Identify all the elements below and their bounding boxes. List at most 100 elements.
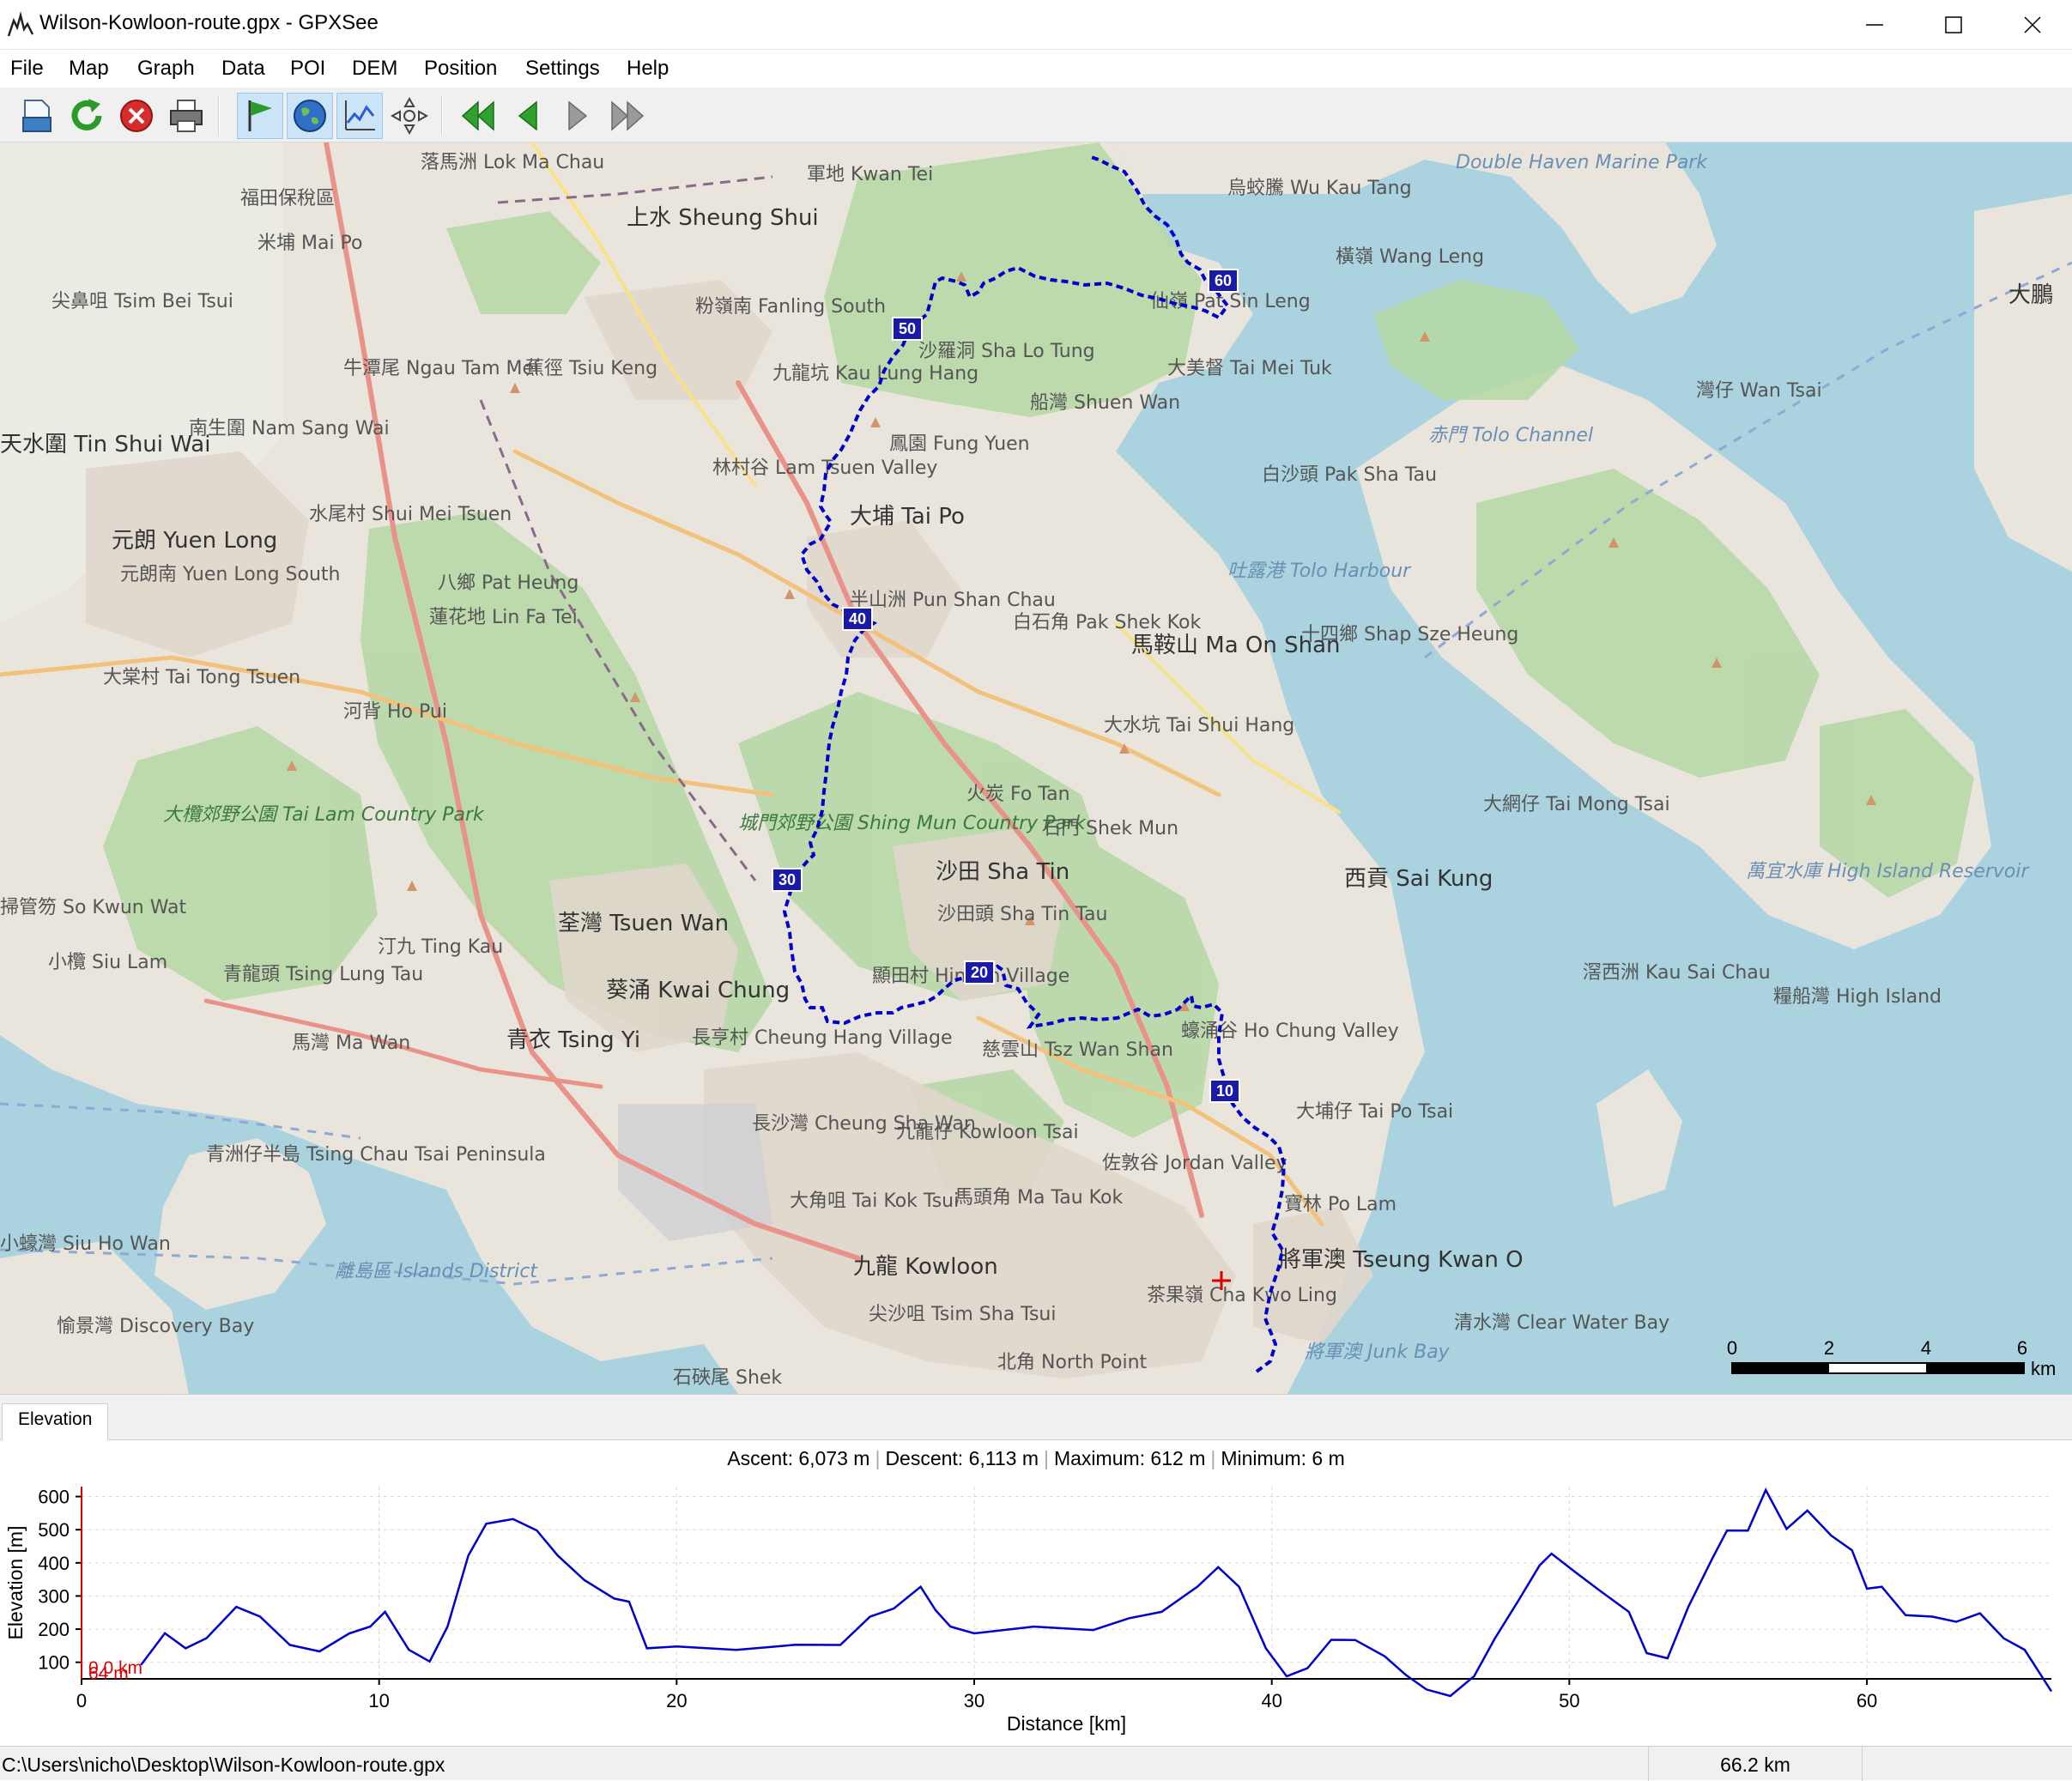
label-ho-chung: 蠔涌谷 Ho Chung Valley bbox=[1181, 1021, 1399, 1042]
chart-grid bbox=[81, 1487, 2051, 1679]
menu-graph[interactable]: Graph bbox=[137, 57, 195, 81]
open-file-button[interactable] bbox=[14, 93, 60, 139]
x-tick-label: 30 bbox=[964, 1690, 985, 1711]
position-button[interactable] bbox=[386, 93, 433, 139]
status-bar: C:\Users\nicho\Desktop\Wilson-Kowloon-ro… bbox=[0, 1746, 2072, 1781]
menu-settings[interactable]: Settings bbox=[525, 57, 600, 81]
km-marker-10: 10 bbox=[1209, 1079, 1240, 1103]
label-tai-mei-tuk: 大美督 Tai Mei Tuk bbox=[1167, 358, 1332, 379]
label-tsing-lung-tau: 青龍頭 Tsing Lung Tau bbox=[223, 964, 423, 985]
tab-elevation[interactable]: Elevation bbox=[2, 1403, 109, 1441]
show-map-button[interactable] bbox=[287, 93, 333, 139]
label-ma-wan: 馬灣 Ma Wan bbox=[292, 1033, 410, 1054]
svg-text:10: 10 bbox=[1216, 1082, 1233, 1099]
label-tin-shui-wai: 天水圍 Tin Shui Wai bbox=[0, 432, 210, 457]
km-marker-40: 40 bbox=[842, 607, 873, 631]
close-file-button[interactable] bbox=[113, 93, 160, 139]
label-kau-lung-hang: 九龍坑 Kau Lung Hang bbox=[772, 363, 978, 385]
reload-button[interactable] bbox=[64, 93, 110, 139]
label-tai-tong: 大棠村 Tai Tong Tsuen bbox=[103, 667, 300, 688]
elevation-chart: 0 10 20 30 40 50 60 100 200 300 400 500 600 64 m 0.0… bbox=[4, 1487, 2053, 1735]
print-icon bbox=[170, 100, 203, 132]
label-kwai-chung: 葵涌 Kwai Chung bbox=[606, 978, 790, 1003]
label-sha-lo-tung: 沙羅洞 Sha Lo Tung bbox=[918, 341, 1095, 362]
map-view[interactable]: 落馬洲 Lok Ma Chau 軍地 Kwan Tei 上水 Sheung Sh… bbox=[0, 142, 2072, 1394]
label-pat-heung: 八鄉 Pat Heung bbox=[438, 572, 579, 594]
label-wu-kau-tang: 烏蛟騰 Wu Kau Tang bbox=[1227, 178, 1412, 199]
minimize-button[interactable] bbox=[1835, 0, 1914, 50]
show-waypoints-icon bbox=[248, 100, 272, 131]
first-file-button[interactable] bbox=[455, 93, 501, 139]
status-file-path: C:\Users\nicho\Desktop\Wilson-Kowloon-ro… bbox=[2, 1754, 445, 1776]
label-kau-sai-chau: 滘西洲 Kau Sai Chau bbox=[1583, 962, 1771, 984]
x-tick-label: 10 bbox=[368, 1690, 389, 1711]
label-tsim-bei-tsui: 尖鼻咀 Tsim Bei Tsui bbox=[51, 291, 233, 312]
label-tsim-sha-tsui: 尖沙咀 Tsim Sha Tsui bbox=[869, 1304, 1057, 1325]
x-tick-label: 40 bbox=[1261, 1690, 1281, 1711]
menu-dem[interactable]: DEM bbox=[352, 57, 397, 81]
show-waypoints-button[interactable] bbox=[237, 93, 283, 139]
previous-file-button[interactable] bbox=[505, 93, 551, 139]
label-ting-kau: 汀九 Ting Kau bbox=[378, 936, 503, 958]
next-file-button[interactable] bbox=[554, 93, 601, 139]
svg-text:6: 6 bbox=[2017, 1337, 2027, 1359]
label-pak-sha-tau: 白沙頭 Pak Sha Tau bbox=[1262, 464, 1437, 486]
label-so-kwun-wat: 掃管笏 So Kwun Wat bbox=[0, 897, 187, 918]
position-icon bbox=[391, 97, 428, 135]
label-shuen-wan: 船灣 Shuen Wan bbox=[1030, 392, 1180, 414]
svg-text:km: km bbox=[2031, 1358, 2056, 1379]
svg-text:4: 4 bbox=[1921, 1337, 1931, 1359]
label-tseung-kwan-o: 將軍澳 Tseung Kwan O bbox=[1279, 1247, 1524, 1273]
svg-text:0: 0 bbox=[1727, 1337, 1737, 1359]
show-graphs-button[interactable] bbox=[336, 93, 383, 139]
slider-marker[interactable]: 64 m 0.0 km bbox=[81, 1487, 142, 1684]
label-shek: 石硤尾 Shek bbox=[673, 1367, 782, 1389]
last-file-button[interactable] bbox=[604, 93, 651, 139]
label-shui-mei-tsuen: 水尾村 Shui Mei Tsuen bbox=[309, 504, 512, 525]
slider-distance-label: 0.0 km bbox=[88, 1658, 142, 1678]
label-cha-kwo-ling: 茶果嶺 Cha Kwo Ling bbox=[1147, 1285, 1337, 1306]
label-siu-ho-wan: 小蠔灣 Siu Ho Wan bbox=[0, 1233, 171, 1255]
label-fung-yuen: 鳳園 Fung Yuen bbox=[889, 433, 1030, 455]
y-tick-label: 500 bbox=[38, 1519, 70, 1541]
x-tick-label: 0 bbox=[76, 1690, 87, 1711]
y-tick-label: 200 bbox=[38, 1619, 70, 1640]
label-kowloon: 九龍 Kowloon bbox=[853, 1254, 998, 1280]
elevation-graph-panel[interactable]: Ascent: 6,073 m | Descent: 6,113 m | Maximum… bbox=[0, 1440, 2072, 1746]
label-yuen-long-south: 元朗南 Yuen Long South bbox=[120, 564, 341, 585]
menu-map[interactable]: Map bbox=[69, 57, 109, 81]
chart-tick-labels: 0 10 20 30 40 50 60 100 200 300 400 500 600 bbox=[38, 1487, 1877, 1711]
label-cheung-hang: 長亨村 Cheung Hang Village bbox=[692, 1027, 953, 1049]
svg-text:2: 2 bbox=[1824, 1337, 1834, 1359]
x-tick-label: 50 bbox=[1559, 1690, 1579, 1711]
km-marker-50: 50 bbox=[892, 317, 923, 341]
label-sheung-shui: 上水 Sheung Shui bbox=[627, 205, 819, 231]
label-tai-lam-park: 大欖郊野公園 Tai Lam Country Park bbox=[163, 804, 485, 826]
label-kwan-tei: 軍地 Kwan Tei bbox=[807, 164, 933, 185]
close-icon bbox=[2024, 16, 2041, 33]
show-map-icon bbox=[294, 100, 326, 132]
close-button[interactable] bbox=[1993, 0, 2072, 50]
x-tick-label: 20 bbox=[666, 1690, 687, 1711]
y-tick-label: 400 bbox=[38, 1553, 70, 1574]
menu-file[interactable]: File bbox=[10, 57, 44, 81]
status-total-length: 66.2 km bbox=[1648, 1747, 1863, 1781]
label-cheung-sha-wan: 長沙灣 Cheung Sha Wan bbox=[752, 1113, 976, 1135]
label-high-island-reservoir: 萬宜水庫 High Island Reservoir bbox=[1746, 861, 2030, 882]
menu-position[interactable]: Position bbox=[424, 57, 497, 81]
label-pak-shek-kok: 白石角 Pak Shek Kok bbox=[1013, 612, 1201, 633]
menu-poi[interactable]: POI bbox=[290, 57, 325, 81]
print-button[interactable] bbox=[163, 93, 209, 139]
previous-file-icon bbox=[518, 100, 537, 131]
label-wan-tsai: 灣仔 Wan Tsai bbox=[1696, 380, 1822, 402]
title-bar: Wilson-Kowloon-route.gpx - GPXSee bbox=[0, 0, 2072, 50]
menu-data[interactable]: Data bbox=[221, 57, 265, 81]
first-file-icon bbox=[461, 100, 494, 131]
km-marker-20: 20 bbox=[964, 960, 995, 984]
label-high-island: 糧船灣 High Island bbox=[1773, 986, 1942, 1008]
label-tsuen-wan: 荃灣 Tsuen Wan bbox=[558, 911, 729, 936]
minimize-icon bbox=[1866, 24, 1883, 26]
maximize-button[interactable] bbox=[1914, 0, 1993, 50]
reload-icon bbox=[71, 99, 102, 130]
menu-help[interactable]: Help bbox=[627, 57, 669, 81]
